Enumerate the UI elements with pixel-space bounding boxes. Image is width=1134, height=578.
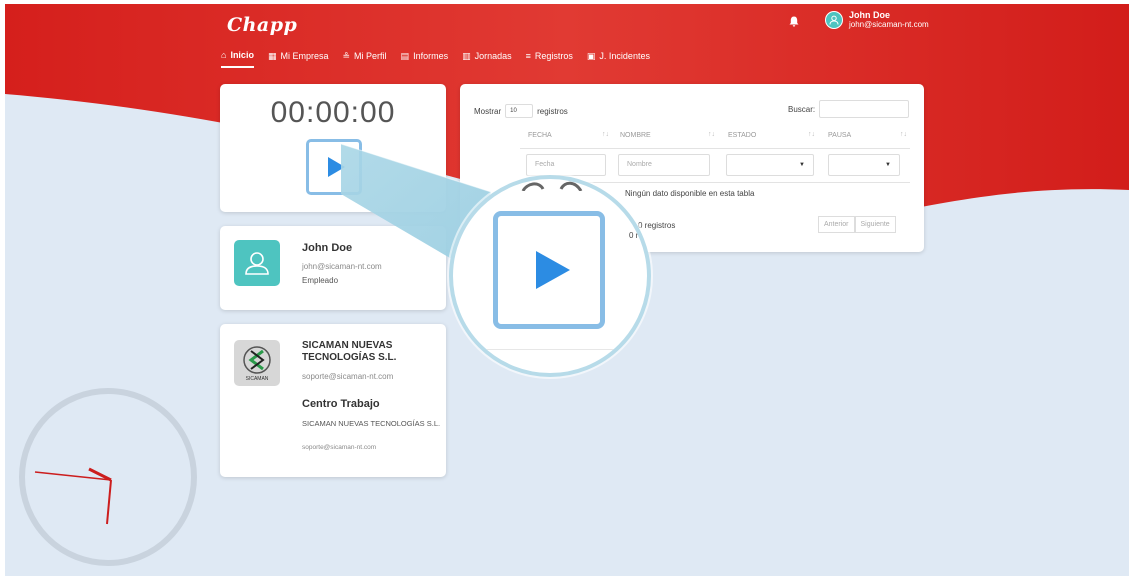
sicaman-logo-icon bbox=[243, 345, 271, 374]
company-logo: SICAMAN bbox=[234, 340, 280, 386]
user-icon bbox=[245, 252, 269, 275]
calendar-icon: ▥ bbox=[462, 50, 471, 61]
estado-filter-select[interactable]: ▼ bbox=[726, 154, 814, 176]
play-button[interactable] bbox=[306, 139, 362, 195]
company-name: SICAMAN NUEVAS TECNOLOGÍAS S.L. bbox=[302, 340, 397, 363]
nav-label: J. Incidentes bbox=[599, 51, 650, 61]
show-prefix: Mostrar bbox=[474, 106, 502, 116]
sort-icon: ↑↓ bbox=[708, 131, 715, 138]
user-menu[interactable]: John Doe john@sicaman-nt.com bbox=[825, 10, 929, 29]
play-button-zoomed[interactable] bbox=[493, 211, 605, 329]
avatar bbox=[234, 240, 280, 286]
person-icon: ≗ bbox=[342, 50, 351, 61]
search-control: Buscar: bbox=[788, 100, 910, 118]
company-card: SICAMAN SICAMAN NUEVAS TECNOLOGÍAS S.L. … bbox=[220, 324, 446, 477]
nav-label: Jornadas bbox=[474, 51, 512, 61]
nav-label: Mi Empresa bbox=[280, 51, 329, 61]
nav-label: Mi Perfil bbox=[354, 51, 387, 61]
user-card-email: john@sicaman-nt.com bbox=[302, 262, 382, 271]
user-card: John Doe john@sicaman-nt.com Empleado bbox=[220, 226, 446, 310]
top-bar: Chapp ⌂ Inicio ▦ Mi Empresa ≗ Mi Perfil … bbox=[5, 4, 1129, 74]
home-icon: ⌂ bbox=[221, 49, 227, 60]
fecha-filter-input[interactable]: Fecha bbox=[526, 154, 606, 176]
timer-display: 00:00:00 bbox=[270, 96, 396, 129]
search-input[interactable] bbox=[819, 100, 910, 118]
building-icon: ▦ bbox=[267, 50, 277, 61]
search-label: Buscar: bbox=[788, 104, 816, 114]
app-logo[interactable]: Chapp bbox=[227, 14, 297, 36]
user-icon bbox=[829, 15, 839, 25]
sort-icon: ↑↓ bbox=[808, 131, 815, 138]
empty-table-message: Ningún dato disponible en esta tabla bbox=[625, 189, 755, 198]
chevron-down-icon: ▼ bbox=[885, 162, 891, 168]
page-length-select[interactable]: 10 bbox=[505, 104, 534, 118]
user-card-name: John Doe bbox=[302, 242, 353, 254]
nav-item-mi-empresa[interactable]: ▦ Mi Empresa bbox=[268, 48, 329, 68]
company-email: soporte@sicaman-nt.com bbox=[302, 372, 394, 381]
calendar-alert-icon: ▣ bbox=[586, 50, 596, 61]
user-email: john@sicaman-nt.com bbox=[849, 20, 929, 29]
play-icon bbox=[327, 157, 345, 177]
column-header-pausa[interactable]: PAUSA bbox=[828, 132, 851, 139]
nav-item-jornadas[interactable]: ▥ Jornadas bbox=[462, 48, 512, 68]
column-header-fecha[interactable]: FECHA bbox=[528, 132, 552, 139]
nav-item-registros[interactable]: ≡ Registros bbox=[526, 48, 573, 68]
bell-icon[interactable] bbox=[789, 16, 799, 30]
nav-item-inicio[interactable]: ⌂ Inicio bbox=[221, 48, 254, 68]
app-stage: Chapp ⌂ Inicio ▦ Mi Empresa ≗ Mi Perfil … bbox=[5, 4, 1129, 576]
nav-label: Informes bbox=[413, 51, 449, 61]
nav-item-mi-perfil[interactable]: ≗ Mi Perfil bbox=[342, 48, 386, 68]
next-page-button[interactable]: Siguiente bbox=[854, 216, 896, 233]
user-card-role: Empleado bbox=[302, 276, 339, 285]
show-suffix: registros bbox=[537, 106, 568, 116]
pausa-filter-select[interactable]: ▼ bbox=[828, 154, 900, 176]
nav-item-informes[interactable]: ▤ Informes bbox=[401, 48, 449, 68]
list-icon: ≡ bbox=[525, 50, 531, 61]
centro-heading: Centro Trabajo bbox=[302, 398, 380, 410]
avatar bbox=[825, 10, 843, 29]
previous-page-button[interactable]: Anterior bbox=[818, 216, 855, 233]
main-nav: ⌂ Inicio ▦ Mi Empresa ≗ Mi Perfil ▤ Info… bbox=[221, 48, 650, 68]
timer-card: 00:00:00 bbox=[220, 84, 446, 212]
user-name: John Doe bbox=[849, 10, 891, 20]
zoomed-divider bbox=[453, 349, 647, 350]
centro-email: soporte@sicaman-nt.com bbox=[302, 444, 377, 451]
nav-item-j-incidentes[interactable]: ▣ J. Incidentes bbox=[587, 48, 650, 68]
play-icon bbox=[536, 251, 570, 289]
zoomed-empty-message: Ningún dato disponible en esta tabla bbox=[623, 199, 649, 208]
column-header-estado[interactable]: ESTADO bbox=[728, 132, 756, 139]
magnifier-zoom: Ningún dato disponible en esta tabla 0 r… bbox=[449, 175, 651, 377]
clock-icon bbox=[19, 388, 197, 566]
sort-icon: ↑↓ bbox=[900, 131, 907, 138]
page-length-control: Mostrar 10 registros bbox=[474, 104, 568, 118]
column-header-nombre[interactable]: NOMBRE bbox=[620, 132, 651, 139]
table-info: 0 registros bbox=[638, 221, 676, 230]
company-logo-label: SICAMAN bbox=[245, 375, 269, 382]
centro-name: SICAMAN NUEVAS TECNOLOGÍAS S.L. bbox=[302, 419, 441, 428]
nav-label: Registros bbox=[534, 51, 573, 61]
header-divider bbox=[520, 148, 910, 149]
sort-icon: ↑↓ bbox=[602, 131, 609, 138]
chevron-down-icon: ▼ bbox=[799, 162, 805, 168]
pagination: Anterior Siguiente bbox=[818, 216, 896, 233]
nombre-filter-input[interactable]: Nombre bbox=[618, 154, 710, 176]
document-icon: ▤ bbox=[400, 50, 410, 61]
nav-label: Inicio bbox=[230, 50, 254, 60]
